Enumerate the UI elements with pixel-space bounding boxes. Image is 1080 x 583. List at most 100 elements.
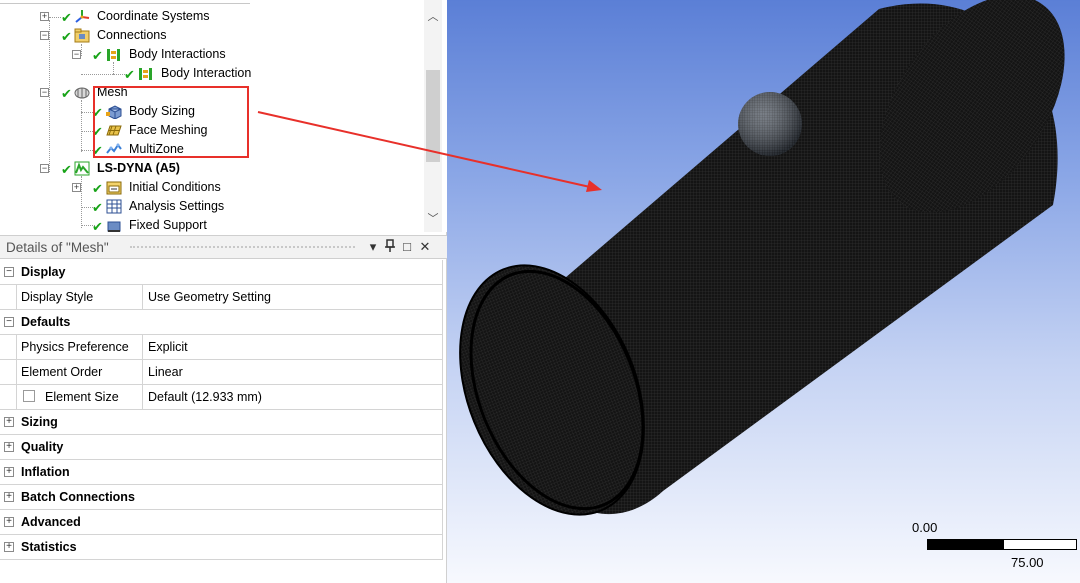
- section-label: Defaults: [21, 315, 71, 329]
- row-gutter: [0, 285, 17, 310]
- row-gutter: [0, 335, 17, 360]
- tree-item-label: Coordinate Systems: [97, 9, 210, 23]
- expand-icon[interactable]: +: [4, 517, 14, 527]
- section-advanced[interactable]: + Advanced: [0, 510, 443, 535]
- expand-icon[interactable]: +: [4, 492, 14, 502]
- body-interaction-icon: [139, 68, 152, 80]
- expand-icon[interactable]: +: [40, 12, 49, 21]
- tree-item-label: LS-DYNA (A5): [97, 161, 180, 175]
- tree-item-label: Body Interactions: [129, 47, 226, 61]
- row-gutter: [0, 385, 17, 410]
- mesh-model[interactable]: [447, 0, 1080, 583]
- section-defaults[interactable]: − Defaults: [0, 310, 443, 335]
- check-icon: ✔: [61, 10, 72, 25]
- section-label: Quality: [21, 440, 64, 454]
- scale-bar-white-segment: [1003, 539, 1077, 550]
- sphere-shading: [738, 92, 802, 156]
- section-statistics[interactable]: + Statistics: [0, 535, 443, 560]
- tree-scrollbar[interactable]: ︿ ﹀: [424, 0, 442, 232]
- check-icon: ✔: [61, 86, 72, 101]
- property-row-element-size[interactable]: Element Size Default (12.933 mm): [0, 385, 443, 410]
- section-sizing[interactable]: + Sizing: [0, 410, 443, 435]
- section-inflation[interactable]: + Inflation: [0, 460, 443, 485]
- scale-bar-black-segment: [927, 539, 1003, 550]
- pin-glyph: [385, 239, 395, 252]
- mesh-icon: [74, 87, 90, 99]
- property-row-display-style[interactable]: Display Style Use Geometry Setting: [0, 285, 443, 310]
- tree-item-analysis-settings[interactable]: ✔ Analysis Settings: [0, 197, 300, 216]
- section-quality[interactable]: + Quality: [0, 435, 443, 460]
- coordinate-systems-icon: [75, 10, 90, 23]
- scale-label-end: 75.00: [1011, 555, 1044, 570]
- details-panel-header: Details of "Mesh" ▾ □ ✕: [0, 235, 447, 259]
- graphics-viewport[interactable]: 0.00 75.00: [447, 0, 1080, 583]
- section-label: Batch Connections: [21, 490, 135, 504]
- collapse-icon[interactable]: −: [40, 88, 49, 97]
- scroll-up-icon[interactable]: ︿: [424, 8, 442, 24]
- collapse-icon[interactable]: −: [4, 267, 14, 277]
- check-icon: ✔: [92, 181, 103, 196]
- expand-icon[interactable]: +: [4, 542, 14, 552]
- scale-label-start: 0.00: [912, 520, 938, 535]
- details-panel-title: Details of "Mesh": [6, 240, 109, 255]
- collapse-icon[interactable]: −: [40, 164, 49, 173]
- initial-conditions-icon: [106, 181, 122, 195]
- dropdown-icon[interactable]: ▾: [366, 239, 380, 255]
- property-key: Physics Preference: [21, 340, 129, 354]
- tree-item-coordinate-systems[interactable]: + ✔ Coordinate Systems: [0, 7, 300, 26]
- expand-icon[interactable]: +: [4, 442, 14, 452]
- tree-item-ls-dyna[interactable]: − ✔ LS-DYNA (A5): [0, 159, 300, 178]
- property-key: Element Size: [45, 390, 119, 404]
- section-label: Sizing: [21, 415, 58, 429]
- column-divider: [142, 285, 143, 310]
- scale-bar: [927, 539, 1077, 550]
- section-label: Inflation: [21, 465, 70, 479]
- property-value[interactable]: Use Geometry Setting: [148, 290, 271, 304]
- row-gutter: [0, 360, 17, 385]
- section-batch-connections[interactable]: + Batch Connections: [0, 485, 443, 510]
- property-value[interactable]: Linear: [148, 365, 183, 379]
- tree-item-label: Fixed Support: [129, 218, 207, 232]
- tree-item-body-interactions[interactable]: − ✔ Body Interactions: [0, 45, 300, 64]
- tree-item-label: Connections: [97, 28, 167, 42]
- tree-item-connections[interactable]: − ✔ Connections: [0, 26, 300, 45]
- section-label: Advanced: [21, 515, 81, 529]
- panel-grip[interactable]: [130, 246, 355, 250]
- close-icon[interactable]: ✕: [418, 239, 432, 255]
- check-icon: ✔: [61, 162, 72, 177]
- property-value[interactable]: Default (12.933 mm): [148, 390, 262, 404]
- scrollbar-thumb[interactable]: [426, 70, 440, 162]
- scroll-down-icon[interactable]: ﹀: [424, 210, 442, 226]
- check-icon: ✔: [92, 200, 103, 215]
- tree-top-strip: [0, 0, 250, 4]
- section-display[interactable]: − Display: [0, 260, 443, 285]
- outline-tree: + ✔ Coordinate Systems − ✔ Connections −: [0, 0, 447, 232]
- expand-icon[interactable]: +: [72, 183, 81, 192]
- collapse-icon[interactable]: −: [72, 50, 81, 59]
- maximize-icon[interactable]: □: [400, 239, 414, 254]
- tree-item-fixed-support[interactable]: ✔ Fixed Support: [0, 216, 300, 232]
- property-row-element-order[interactable]: Element Order Linear: [0, 360, 443, 385]
- tree-item-body-interaction[interactable]: ✔ Body Interaction: [0, 64, 300, 83]
- tree-item-initial-conditions[interactable]: + ✔ Initial Conditions: [0, 178, 300, 197]
- parameter-checkbox[interactable]: [23, 390, 35, 402]
- collapse-icon[interactable]: −: [40, 31, 49, 40]
- column-divider: [142, 385, 143, 410]
- expand-icon[interactable]: +: [4, 417, 14, 427]
- column-divider: [142, 335, 143, 360]
- collapse-icon[interactable]: −: [4, 317, 14, 327]
- fixed-support-icon: [107, 221, 121, 232]
- check-icon: ✔: [124, 67, 135, 82]
- check-icon: ✔: [92, 219, 103, 232]
- check-icon: ✔: [92, 48, 103, 63]
- section-label: Statistics: [21, 540, 77, 554]
- property-value[interactable]: Explicit: [148, 340, 188, 354]
- analysis-settings-icon: [106, 199, 122, 214]
- body-interactions-icon: [107, 49, 120, 61]
- expand-icon[interactable]: +: [4, 467, 14, 477]
- pin-icon[interactable]: [383, 239, 397, 256]
- left-panel: + ✔ Coordinate Systems − ✔ Connections −: [0, 0, 447, 583]
- property-row-physics-preference[interactable]: Physics Preference Explicit: [0, 335, 443, 360]
- property-key: Display Style: [21, 290, 94, 304]
- tree-item-label: Body Interaction: [161, 66, 252, 80]
